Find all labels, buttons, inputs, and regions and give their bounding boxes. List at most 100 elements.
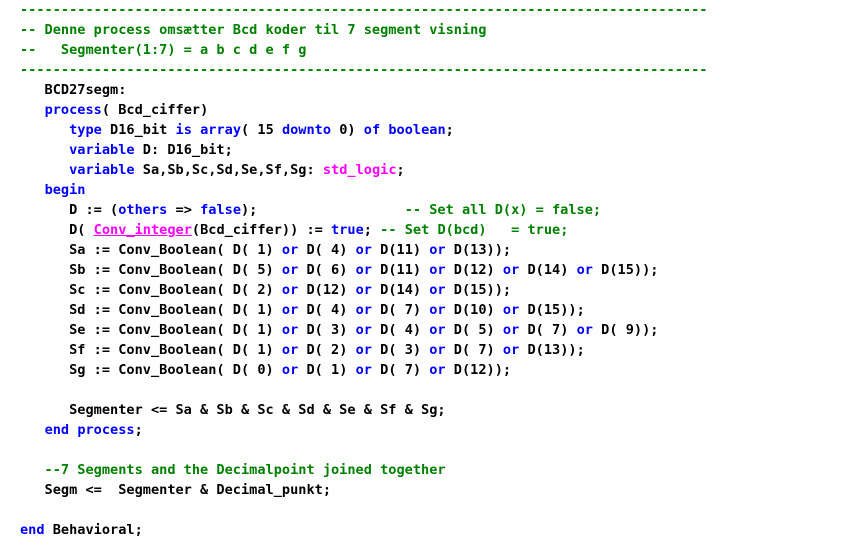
code-editor[interactable]: ----------------------------------------… (0, 0, 842, 550)
code-line: end Behavioral; (20, 520, 143, 540)
code-line: BCD27segm: (20, 80, 127, 100)
code-token-keyword: others (118, 202, 168, 218)
code-token-keyword: true (331, 222, 364, 238)
code-token-plain: (Bcd_ciffer)) := (191, 222, 332, 238)
code-token-keyword: or (355, 342, 372, 358)
code-token-keyword: or (281, 302, 299, 318)
code-token-plain: D(15)); (519, 302, 585, 318)
code-token-keyword: or (502, 302, 520, 318)
code-token-plain: Behavioral; (44, 522, 143, 538)
code-token-keyword: or (355, 302, 372, 318)
code-token-plain: D( 4) (298, 242, 356, 258)
code-line: begin (20, 180, 86, 200)
code-line: --7 Segments and the Decimalpoint joined… (20, 460, 446, 480)
code-token-keyword: variable (69, 142, 135, 158)
code-line: Sg := Conv_Boolean( D( 0) or D( 1) or D(… (20, 360, 511, 380)
code-token-plain: D: D16_bit; (134, 142, 233, 158)
code-line: variable D: D16_bit; (20, 140, 233, 160)
code-token-keyword: or (576, 262, 593, 278)
code-token-keyword: or (429, 282, 446, 298)
code-token-plain: D(15)); (592, 262, 659, 278)
code-token-keyword: or (502, 322, 520, 338)
code-token-keyword: or (281, 282, 299, 298)
code-token-keyword: or (576, 322, 593, 338)
code-token-plain: Segm <= Segmenter & Decimal_punkt; (20, 482, 331, 498)
code-line: D := (others => false); -- Set all D(x) … (20, 200, 601, 220)
code-token-keyword: array (200, 122, 242, 138)
code-token-func: Conv_integer (93, 222, 192, 238)
code-token-plain: D( 7) (519, 322, 577, 338)
code-token-plain: D( 2) (298, 342, 356, 358)
code-token-plain: ; (396, 162, 405, 178)
code-token-keyword: or (429, 302, 446, 318)
code-token-plain: D( 6) (298, 262, 356, 278)
code-token-plain: Sf := Conv_Boolean( D( 1) (20, 342, 282, 358)
code-token-plain: BCD27segm: (20, 82, 127, 98)
code-token-keyword: or (281, 322, 299, 338)
code-token-plain: D(13)); (519, 342, 585, 358)
code-token-plain: D( 5) (445, 322, 503, 338)
code-token-keyword: end (44, 422, 70, 438)
code-token-plain: D( 9)); (592, 322, 659, 338)
code-line: Sd := Conv_Boolean( D( 1) or D( 4) or D(… (20, 300, 585, 320)
code-token-plain: D(10) (445, 302, 503, 318)
code-token-keyword: is (175, 122, 192, 138)
code-token-plain: ( 15 (241, 122, 282, 138)
code-token-keyword: or (429, 362, 446, 378)
code-token-plain: ); (241, 202, 405, 218)
code-token-keyword: begin (44, 182, 86, 198)
code-line: Sb := Conv_Boolean( D( 5) or D( 6) or D(… (20, 260, 658, 280)
code-token-plain: Sd := Conv_Boolean( D( 1) (20, 302, 282, 318)
code-token-comment: -- Set all D(x) = false; (404, 202, 602, 218)
code-token-keyword: or (281, 242, 299, 258)
code-token-plain: D(14) (519, 262, 577, 278)
code-token-comment: ----------------------------------------… (20, 62, 708, 78)
code-token-keyword: or (502, 342, 520, 358)
code-token-plain: D( 4) (371, 322, 430, 338)
code-token-plain: => (167, 202, 201, 218)
code-token-plain: ( Bcd_ciffer) (101, 102, 209, 118)
code-token-comment: -- Segmenter(1:7) = a b c d e f g (20, 42, 307, 58)
code-token-keyword: of (363, 122, 381, 138)
code-token-keyword: downto (281, 122, 332, 138)
code-token-plain: D( 7) (371, 302, 430, 318)
code-line: ----------------------------------------… (20, 60, 707, 80)
code-token-keyword: or (355, 262, 372, 278)
code-token-plain: D(12) (298, 282, 356, 298)
code-token-keyword: or (281, 342, 299, 358)
code-token-keyword: or (429, 262, 446, 278)
code-token-plain: D(12) (445, 262, 503, 278)
code-token-plain: ; (363, 222, 381, 238)
code-token-type: std_logic (322, 162, 397, 178)
code-token-keyword: process (44, 102, 102, 118)
code-token-plain: D( 1) (298, 362, 356, 378)
code-line: variable Sa,Sb,Sc,Sd,Se,Sf,Sg: std_logic… (20, 160, 405, 180)
code-line: Sa := Conv_Boolean( D( 1) or D( 4) or D(… (20, 240, 511, 260)
code-token-plain: ; (445, 122, 454, 138)
code-token-plain: D(11) (371, 262, 430, 278)
code-token-plain: Segmenter <= Sa & Sb & Sc & Sd & Se & Sf… (20, 402, 446, 418)
code-token-plain: D(11) (371, 242, 430, 258)
code-token-keyword: or (355, 362, 372, 378)
code-token-plain: D(13)); (445, 242, 512, 258)
code-token-plain: D( 3) (371, 342, 430, 358)
code-line: Segmenter <= Sa & Sb & Sc & Sd & Se & Sf… (20, 400, 446, 420)
code-token-plain: D(14) (371, 282, 430, 298)
code-token-comment: -- Set D(bcd) = true; (380, 222, 569, 238)
code-line: Se := Conv_Boolean( D( 1) or D( 3) or D(… (20, 320, 658, 340)
code-line: Sc := Conv_Boolean( D( 2) or D(12) or D(… (20, 280, 511, 300)
code-line: type D16_bit is array( 15 downto 0) of b… (20, 120, 454, 140)
code-token-plain: D( 3) (298, 322, 356, 338)
code-token-keyword: variable (69, 162, 135, 178)
code-token-plain: D16_bit (101, 122, 176, 138)
code-token-keyword: or (281, 262, 299, 278)
code-token-plain: D(12)); (445, 362, 512, 378)
code-token-plain: Sa := Conv_Boolean( D( 1) (20, 242, 282, 258)
code-token-plain: Sg := Conv_Boolean( D( 0) (20, 362, 282, 378)
